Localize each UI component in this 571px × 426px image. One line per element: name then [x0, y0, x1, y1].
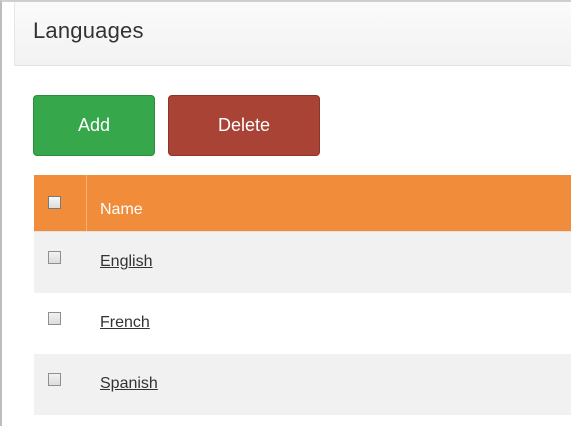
add-button[interactable]: Add: [33, 95, 155, 156]
row-checkbox[interactable]: [48, 312, 61, 325]
language-link[interactable]: French: [100, 314, 150, 332]
panel-header: Languages: [14, 2, 571, 66]
column-separator: [86, 175, 87, 231]
table-row: French: [34, 293, 571, 354]
delete-button[interactable]: Delete: [168, 95, 320, 156]
column-header-name[interactable]: Name: [100, 201, 143, 219]
add-button-label: Add: [77, 115, 111, 135]
row-checkbox[interactable]: [48, 373, 61, 386]
page-title: Languages: [33, 18, 144, 43]
select-all-checkbox[interactable]: [48, 196, 61, 209]
languages-grid: Name English French Spanish: [34, 175, 571, 415]
table-row: Spanish: [34, 354, 571, 415]
language-link[interactable]: Spanish: [100, 375, 158, 393]
row-checkbox[interactable]: [48, 251, 61, 264]
grid-header: Name: [34, 175, 571, 232]
language-link[interactable]: English: [100, 253, 152, 271]
delete-button-label: Delete: [217, 115, 271, 135]
languages-window: Languages Add Delete Name English French…: [0, 0, 571, 426]
table-row: English: [34, 232, 571, 293]
